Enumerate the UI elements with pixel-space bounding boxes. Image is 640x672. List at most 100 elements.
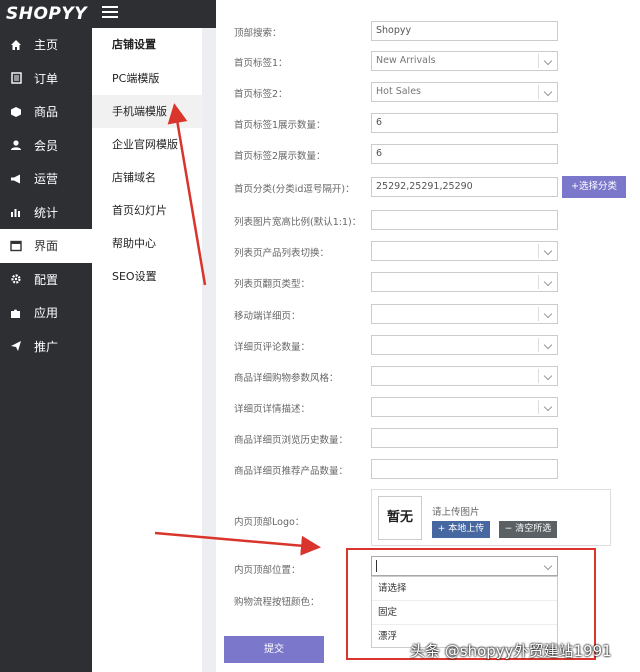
header-position-select[interactable] — [371, 556, 558, 576]
sidebar-item-home[interactable]: 主页 — [0, 28, 92, 62]
field-label: 首页标签2： — [234, 89, 288, 100]
box-icon — [8, 106, 24, 118]
window-icon — [8, 240, 24, 252]
field-label: 商品详细页推荐产品数量： — [234, 466, 349, 477]
document-icon — [8, 72, 24, 84]
form-row-review-count: 详细页评论数量： — [216, 335, 640, 357]
menu-toggle-icon[interactable] — [102, 6, 118, 20]
field-label: 首页标签1展示数量： — [234, 120, 326, 131]
logo-placeholder: 暂无 — [378, 496, 422, 540]
submenu-item-seo[interactable]: SEO设置 — [92, 260, 202, 293]
field-label: 列表页翻页类型： — [234, 279, 311, 290]
submenu-item-store-domain[interactable]: 店铺域名 — [92, 161, 202, 194]
form-row-pagination-type: 列表页翻页类型： — [216, 272, 640, 294]
bar-chart-icon — [8, 206, 24, 218]
form-row-image-ratio: 列表图片宽高比例(默认1:1)： — [216, 210, 640, 232]
submenu-item-corporate-template[interactable]: 企业官网模版 — [92, 128, 202, 161]
field-label: 内页顶部Logo： — [234, 517, 305, 528]
form-row-home-categories: 首页分类(分类id逗号隔开)： 25292,25291,25290 +选择分类 — [216, 176, 640, 199]
home-tab1-select[interactable]: New Arrivals — [371, 51, 558, 71]
column-divider — [202, 28, 216, 672]
pagination-type-select[interactable] — [371, 272, 558, 292]
sidebar-item-interface[interactable]: 界面 — [0, 229, 92, 263]
recommend-count-input[interactable] — [371, 459, 558, 479]
form-row-history-count: 商品详细页浏览历史数量： — [216, 428, 640, 450]
sidebar-item-label: 统计 — [34, 205, 59, 220]
form-row-cart-color: 购物流程按钮颜色： — [216, 590, 640, 612]
sidebar-item-label: 会员 — [34, 138, 59, 153]
sidebar-item-label: 商品 — [34, 105, 59, 120]
sidebar-item-members[interactable]: 会员 — [0, 129, 92, 163]
top-search-input[interactable]: Shopyy — [371, 21, 558, 41]
header-position-options: 请选择 固定 漂浮 — [371, 576, 558, 648]
form-row-home-tab1: 首页标签1： New Arrivals — [216, 51, 640, 73]
form-row-tab2-count: 首页标签2展示数量： 6 — [216, 144, 640, 166]
brand-logo[interactable]: SHOPYY — [0, 0, 92, 28]
sidebar-item-label: 界面 — [34, 239, 59, 254]
sidebar-item-products[interactable]: 商品 — [0, 95, 92, 129]
form-row-list-switch: 列表页产品列表切换： — [216, 241, 640, 263]
megaphone-icon — [8, 173, 24, 185]
sidebar-item-operations[interactable]: 运营 — [0, 162, 92, 196]
form-row-mobile-detail: 移动端详细页： — [216, 304, 640, 326]
mobile-template-form: 顶部搜索： Shopyy 首页标签1： New Arrivals 首页标签2： … — [216, 0, 640, 672]
user-icon — [8, 139, 24, 151]
field-label: 详细页详情描述： — [234, 404, 311, 415]
submenu-item-help-center[interactable]: 帮助中心 — [92, 227, 202, 260]
sidebar-item-promotion[interactable]: 推广 — [0, 330, 92, 364]
submenu-item-home-slides[interactable]: 首页幻灯片 — [92, 194, 202, 227]
submenu-item-mobile-template[interactable]: 手机端模版 — [92, 95, 202, 128]
param-style-select[interactable] — [371, 366, 558, 386]
puzzle-icon — [8, 307, 24, 319]
field-label: 详细页评论数量： — [234, 342, 311, 353]
field-label: 内页顶部位置： — [234, 565, 301, 576]
sidebar-item-label: 配置 — [34, 272, 59, 287]
local-upload-button[interactable]: + 本地上传 — [432, 521, 490, 538]
form-row-detail-desc: 详细页详情描述： — [216, 397, 640, 419]
settings-submenu: 店铺设置 PC端模版 手机端模版 企业官网模版 店铺域名 首页幻灯片 帮助中心 … — [92, 28, 202, 672]
mobile-detail-select[interactable] — [371, 304, 558, 324]
sidebar-item-label: 主页 — [34, 38, 59, 53]
form-row-param-style: 商品详细购物参数风格： — [216, 366, 640, 388]
field-label: 顶部搜索： — [234, 28, 282, 39]
field-label: 首页标签1： — [234, 58, 288, 69]
main-sidebar: 主页 订单 商品 会员 运营 统计 界面 配置 应用 推广 — [0, 28, 92, 672]
field-label: 移动端详细页： — [234, 311, 301, 322]
field-label: 列表页产品列表切换： — [234, 248, 330, 259]
text-caret — [376, 560, 377, 572]
form-row-tab1-count: 首页标签1展示数量： 6 — [216, 113, 640, 135]
sidebar-item-config[interactable]: 配置 — [0, 263, 92, 297]
review-count-select[interactable] — [371, 335, 558, 355]
sidebar-item-label: 订单 — [34, 71, 59, 86]
history-count-input[interactable] — [371, 428, 558, 448]
logo-upload-panel: 暂无 请上传图片 + 本地上传 − 清空所选 — [371, 489, 611, 546]
sidebar-item-label: 推广 — [34, 339, 59, 354]
field-label: 首页标签2展示数量： — [234, 151, 326, 162]
home-icon — [8, 39, 24, 51]
sidebar-item-orders[interactable]: 订单 — [0, 62, 92, 96]
form-row-recommend-count: 商品详细页推荐产品数量： — [216, 459, 640, 481]
tab2-count-input[interactable]: 6 — [371, 144, 558, 164]
image-ratio-input[interactable] — [371, 210, 558, 230]
field-label: 商品详细购物参数风格： — [234, 373, 339, 384]
home-categories-input[interactable]: 25292,25291,25290 — [371, 177, 558, 197]
list-switch-select[interactable] — [371, 241, 558, 261]
form-row-top-search: 顶部搜索： Shopyy — [216, 21, 640, 43]
clear-selection-button[interactable]: − 清空所选 — [499, 521, 557, 538]
sidebar-item-label: 运营 — [34, 172, 59, 187]
send-icon — [8, 340, 24, 352]
submenu-item-pc-template[interactable]: PC端模版 — [92, 62, 202, 95]
field-label: 商品详细页浏览历史数量： — [234, 435, 349, 446]
field-label: 列表图片宽高比例(默认1:1)： — [234, 217, 362, 228]
field-label: 购物流程按钮颜色： — [234, 597, 320, 608]
field-label: 首页分类(分类id逗号隔开)： — [234, 184, 355, 195]
sidebar-item-apps[interactable]: 应用 — [0, 296, 92, 330]
sidebar-item-label: 应用 — [34, 306, 59, 321]
select-category-button[interactable]: +选择分类 — [562, 176, 626, 198]
home-tab2-select[interactable]: Hot Sales — [371, 82, 558, 102]
tab1-count-input[interactable]: 6 — [371, 113, 558, 133]
submit-button[interactable]: 提交 — [224, 636, 324, 663]
sidebar-item-stats[interactable]: 统计 — [0, 196, 92, 230]
detail-desc-select[interactable] — [371, 397, 558, 417]
submenu-title: 店铺设置 — [112, 38, 156, 51]
